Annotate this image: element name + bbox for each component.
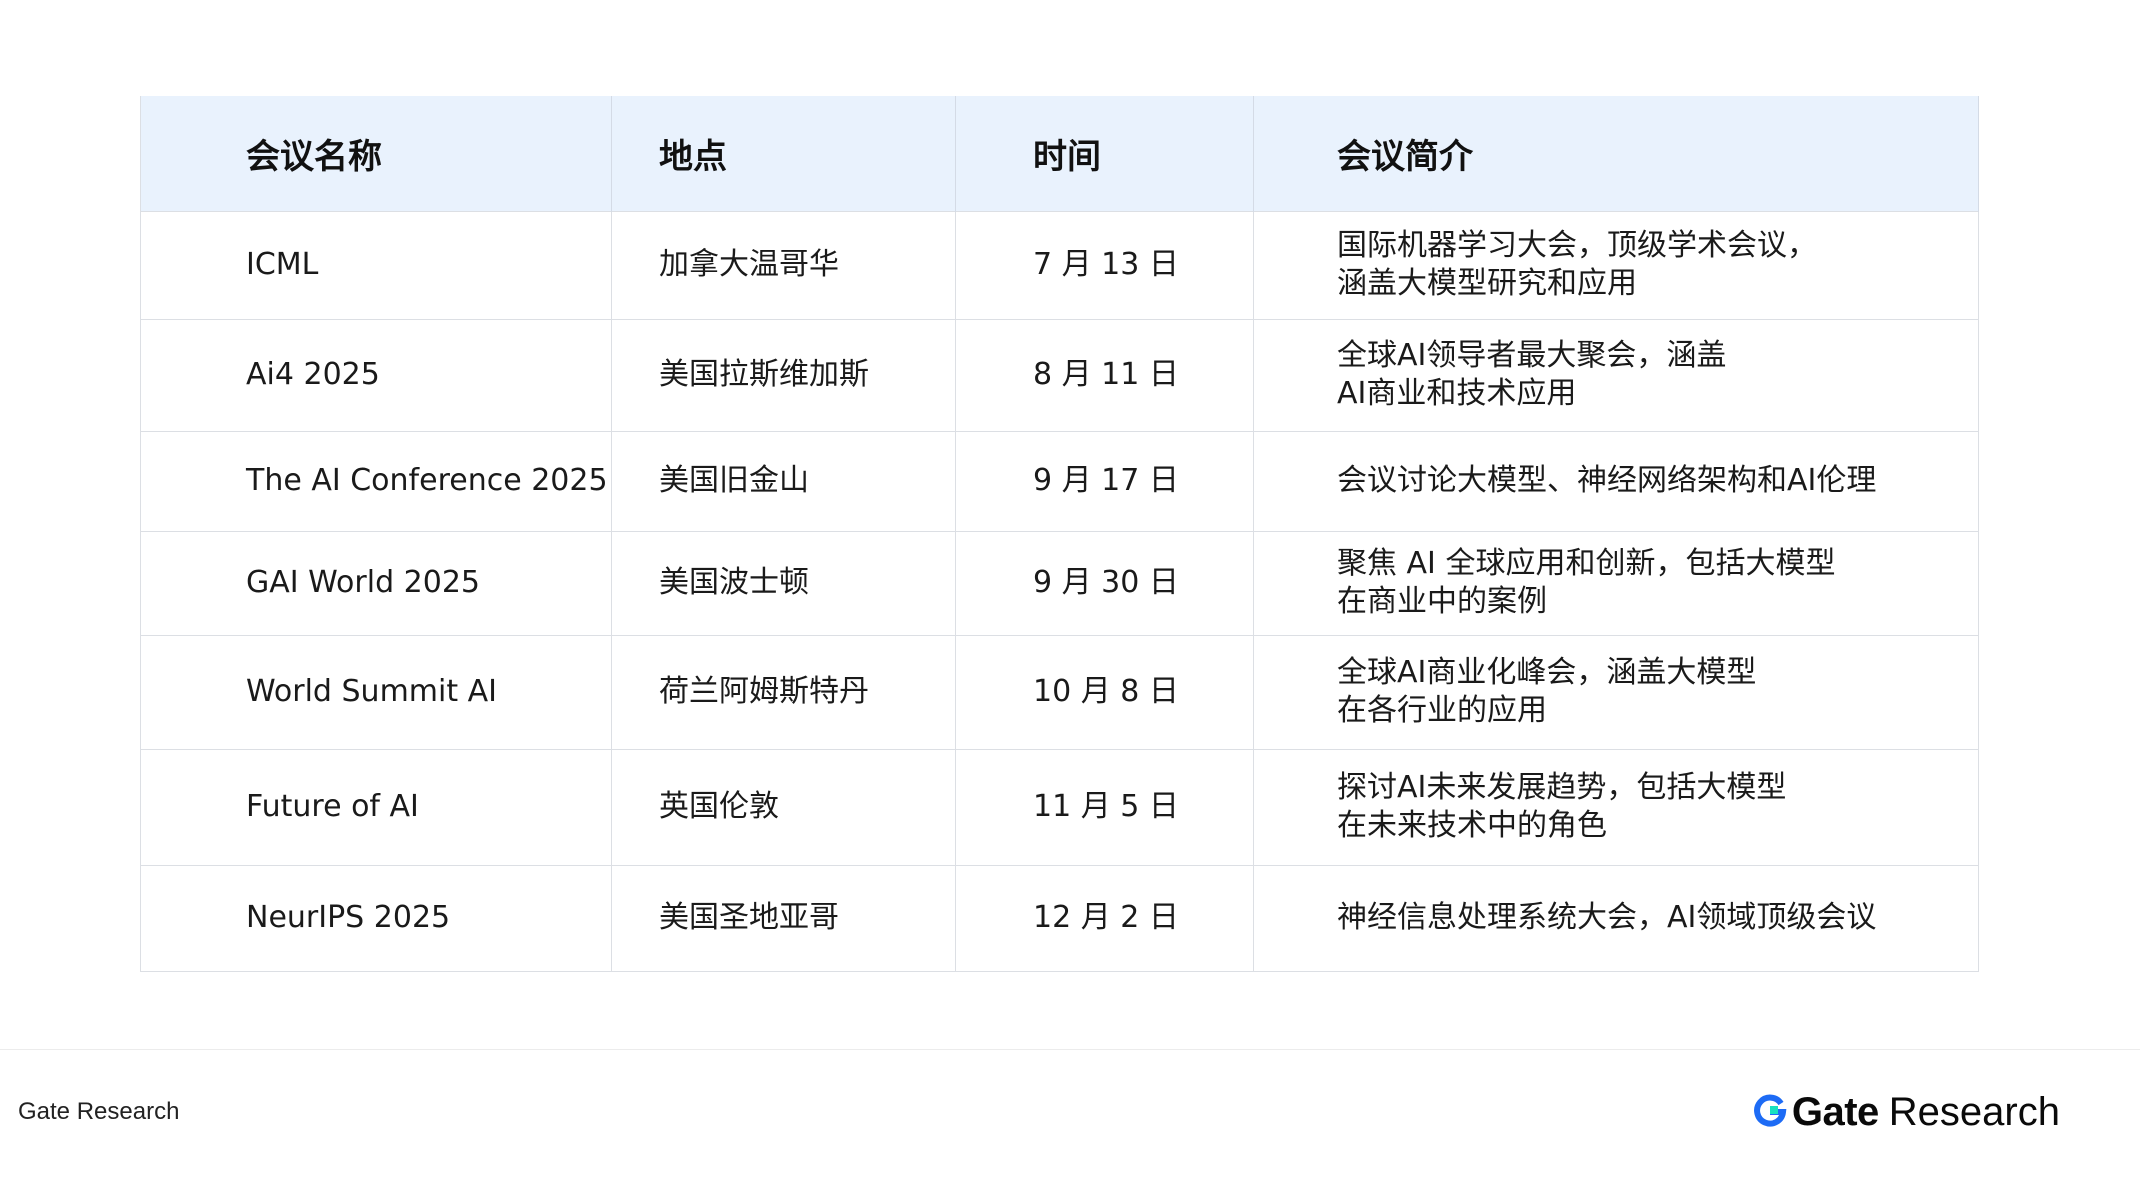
cell-date: 11 月 5 日 <box>955 748 1254 866</box>
brand-research-text: Research <box>1888 1089 2060 1134</box>
cell-date: 7 月 13 日 <box>955 210 1254 320</box>
table-row: ICML 加拿大温哥华 7 月 13 日 国际机器学习大会，顶级学术会议， 涵盖… <box>140 210 1979 320</box>
footer-source-text: Gate Research <box>18 1098 180 1125</box>
conference-table: 会议名称 地点 时间 会议简介 ICML 加拿大温哥华 7 月 13 日 国际机… <box>140 96 1979 972</box>
footer-divider <box>0 1049 2140 1050</box>
header-date: 时间 <box>955 96 1254 211</box>
header-description: 会议简介 <box>1253 96 1979 211</box>
table-row: Future of AI 英国伦敦 11 月 5 日 探讨AI未来发展趋势，包括… <box>140 748 1979 866</box>
cell-location: 加拿大温哥华 <box>611 210 956 320</box>
cell-conference-name: Ai4 2025 <box>140 318 612 432</box>
cell-conference-name: The AI Conference 2025 <box>140 430 612 532</box>
cell-date: 9 月 17 日 <box>955 430 1254 532</box>
header-location: 地点 <box>611 96 956 211</box>
table-row: NeurIPS 2025 美国圣地亚哥 12 月 2 日 神经信息处理系统大会，… <box>140 864 1979 972</box>
table-row: World Summit AI 荷兰阿姆斯特丹 10 月 8 日 全球AI商业化… <box>140 634 1979 750</box>
cell-date: 9 月 30 日 <box>955 530 1254 636</box>
cell-conference-name: NeurIPS 2025 <box>140 864 612 972</box>
table-row: GAI World 2025 美国波士顿 9 月 30 日 聚焦 AI 全球应用… <box>140 530 1979 636</box>
cell-conference-name: Future of AI <box>140 748 612 866</box>
cell-description: 全球AI商业化峰会，涵盖大模型 在各行业的应用 <box>1253 634 1979 750</box>
table-row: The AI Conference 2025 美国旧金山 9 月 17 日 会议… <box>140 430 1979 532</box>
cell-date: 10 月 8 日 <box>955 634 1254 750</box>
header-conference-name: 会议名称 <box>140 96 612 211</box>
cell-date: 12 月 2 日 <box>955 864 1254 972</box>
cell-location: 荷兰阿姆斯特丹 <box>611 634 956 750</box>
table-header: 会议名称 地点 时间 会议简介 <box>140 96 1979 211</box>
cell-description: 国际机器学习大会，顶级学术会议， 涵盖大模型研究和应用 <box>1253 210 1979 320</box>
cell-conference-name: GAI World 2025 <box>140 530 612 636</box>
cell-location: 美国旧金山 <box>611 430 956 532</box>
brand-gate-text: Gate <box>1791 1089 1879 1134</box>
cell-description: 全球AI领导者最大聚会，涵盖 AI商业和技术应用 <box>1253 318 1979 432</box>
cell-conference-name: World Summit AI <box>140 634 612 750</box>
header-row: 会议名称 地点 时间 会议简介 <box>140 96 1979 211</box>
cell-description: 会议讨论大模型、神经网络架构和AI伦理 <box>1253 430 1979 532</box>
cell-description: 探讨AI未来发展趋势，包括大模型 在未来技术中的角色 <box>1253 748 1979 866</box>
cell-description: 聚焦 AI 全球应用和创新，包括大模型 在商业中的案例 <box>1253 530 1979 636</box>
brand-logo: Gate Research <box>1752 1090 2060 1134</box>
cell-conference-name: ICML <box>140 210 612 320</box>
cell-location: 美国圣地亚哥 <box>611 864 956 972</box>
table-row: Ai4 2025 美国拉斯维加斯 8 月 11 日 全球AI领导者最大聚会，涵盖… <box>140 318 1979 432</box>
gate-logo-icon <box>1754 1094 1787 1127</box>
cell-location: 英国伦敦 <box>611 748 956 866</box>
cell-date: 8 月 11 日 <box>955 318 1254 432</box>
table-body: ICML 加拿大温哥华 7 月 13 日 国际机器学习大会，顶级学术会议， 涵盖… <box>140 210 1979 972</box>
cell-description: 神经信息处理系统大会，AI领域顶级会议 <box>1253 864 1979 972</box>
cell-location: 美国波士顿 <box>611 530 956 636</box>
cell-location: 美国拉斯维加斯 <box>611 318 956 432</box>
